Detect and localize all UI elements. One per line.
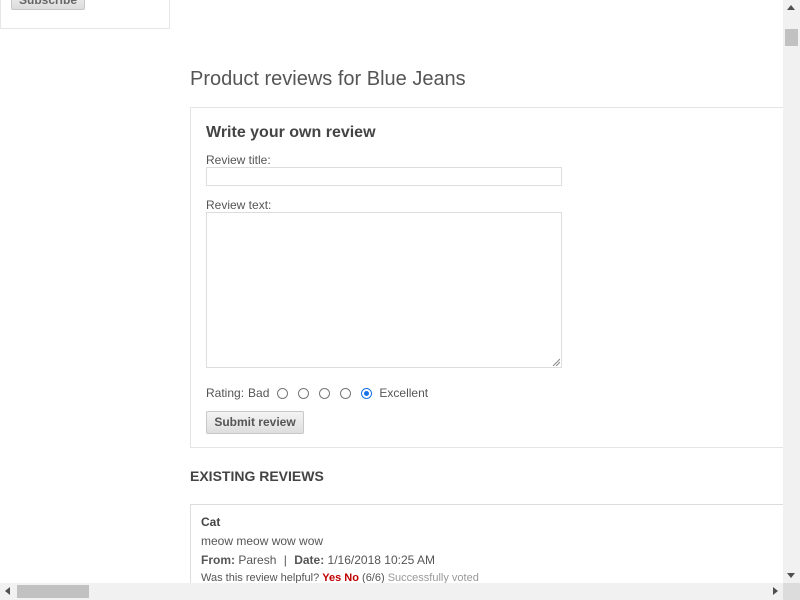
rating-radio-1[interactable] [277,387,289,399]
rating-high-label: Excellent [379,386,429,400]
existing-reviews-heading: EXISTING REVIEWS [190,468,324,484]
rating-low-label: Bad [248,386,270,400]
rating-row: Rating: Bad Excellent [206,384,428,402]
horizontal-scrollbar[interactable] [0,583,783,600]
scroll-right-arrow-icon[interactable] [773,587,778,595]
scroll-up-arrow-icon[interactable] [787,5,795,10]
scroll-left-arrow-icon[interactable] [5,587,10,595]
write-review-form: Write your own review Review title: Revi… [190,107,790,448]
scroll-down-arrow-icon[interactable] [787,573,795,578]
submit-review-button[interactable]: Submit review [206,411,304,434]
rating-radio-2[interactable] [298,387,310,399]
review-title-input[interactable] [206,167,562,186]
horizontal-scroll-thumb[interactable] [17,585,89,598]
rating-radio-4[interactable] [340,387,352,399]
vertical-scrollbar[interactable] [783,0,800,583]
review-author: Paresh [238,553,277,567]
review-item-meta: From: Paresh | Date: 1/16/2018 10:25 AM [201,553,435,567]
review-text-label: Review text: [206,198,272,212]
write-review-heading: Write your own review [206,124,376,141]
review-from-label: From: [201,553,235,567]
rating-label: Rating: [206,386,245,400]
review-item-text: meow meow wow wow [201,534,324,548]
vertical-scroll-thumb[interactable] [785,29,798,46]
review-item: Cat meow meow wow wow From: Paresh | Dat… [190,504,790,594]
review-date: 1/16/2018 10:25 AM [327,553,435,567]
review-item-title: Cat [201,515,221,529]
review-title-label: Review title: [206,153,271,167]
rating-radio-5[interactable] [361,387,373,399]
scrollbar-corner [783,583,800,600]
review-text-area[interactable] [206,212,562,368]
resize-grip-icon[interactable] [552,358,560,366]
review-date-label: Date: [294,553,325,567]
page-title: Product reviews for Blue Jeans [190,68,466,90]
newsletter-block: Subscribe [0,0,170,29]
subscribe-button[interactable]: Subscribe [11,0,85,10]
review-meta-separator: | [283,553,287,567]
rating-radio-3[interactable] [319,387,331,399]
